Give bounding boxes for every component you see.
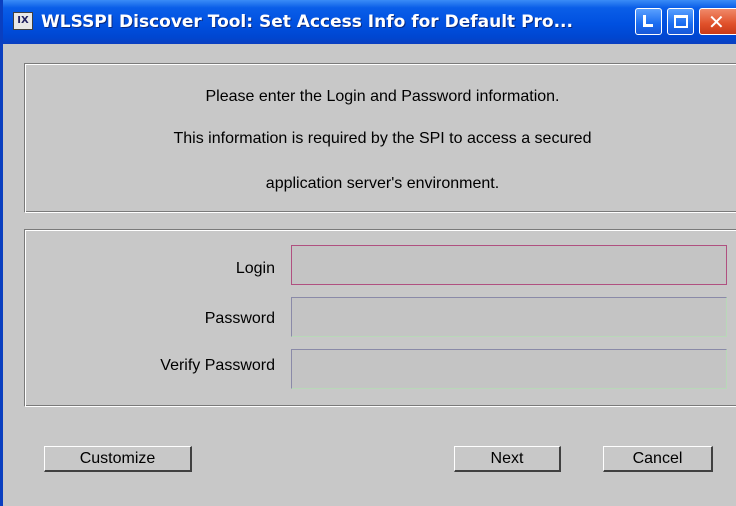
info-text-line-1: Please enter the Login and Password info… [205,88,560,105]
close-icon: ✕ [708,10,725,34]
cancel-button[interactable]: Cancel [603,446,713,472]
login-field[interactable] [291,245,727,285]
login-label: Login [235,260,275,277]
info-text-line-3: application server's environment. [265,175,500,192]
verify-password-field[interactable] [291,349,727,389]
close-button[interactable]: ✕ [699,8,736,35]
password-field[interactable] [291,297,727,337]
dialog-window: IX WLSSPI Discover Tool: Set Access Info… [0,0,736,506]
title-bar[interactable]: IX WLSSPI Discover Tool: Set Access Info… [3,0,736,44]
minimize-button[interactable] [635,8,662,35]
minimize-icon [643,15,653,27]
password-label: Password [204,310,275,327]
verify-password-label: Verify Password [160,357,275,374]
info-text-line-2: This information is required by the SPI … [173,130,592,147]
info-panel: Please enter the Login and Password info… [24,63,736,213]
next-button[interactable]: Next [454,446,561,472]
maximize-icon [674,15,688,28]
window-title: WLSSPI Discover Tool: Set Access Info fo… [41,12,573,32]
app-icon: IX [13,12,33,30]
maximize-button[interactable] [667,8,694,35]
customize-button[interactable]: Customize [44,446,192,472]
